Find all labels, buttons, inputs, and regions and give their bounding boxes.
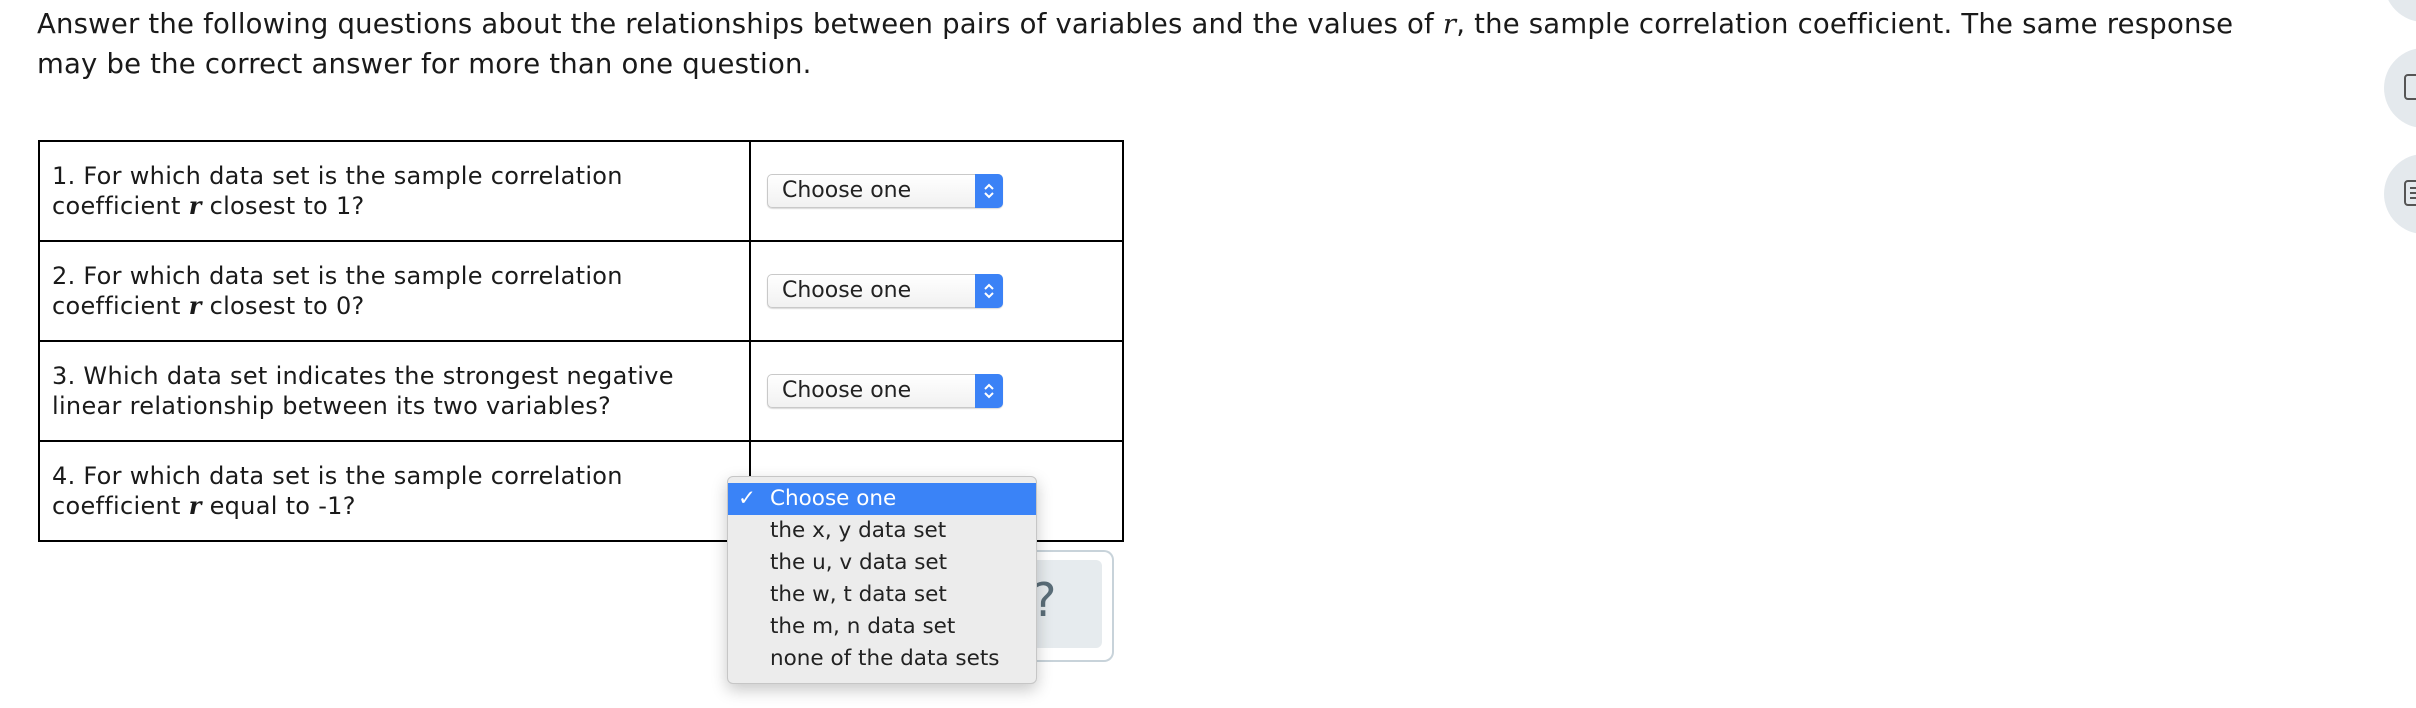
- side-action-button[interactable]: [2384, 154, 2416, 234]
- question-1-text: 1. For which data set is the sample corr…: [38, 140, 751, 242]
- question-2-text: 2. For which data set is the sample corr…: [38, 240, 751, 342]
- dropdown-option-xy[interactable]: the x, y data set: [728, 515, 1036, 547]
- dropdown-option-uv[interactable]: the u, v data set: [728, 547, 1036, 579]
- side-action-button[interactable]: [2384, 0, 2416, 22]
- table-row: 1. For which data set is the sample corr…: [38, 140, 1124, 242]
- up-down-arrows-icon: [975, 374, 1003, 408]
- up-down-arrows-icon: [975, 274, 1003, 308]
- question-2-select[interactable]: Choose one: [767, 274, 1003, 308]
- table-row: 3. Which data set indicates the stronges…: [38, 340, 1124, 442]
- side-action-icon: [2404, 180, 2416, 206]
- r-variable: r: [1442, 8, 1457, 40]
- up-down-arrows-icon: [975, 174, 1003, 208]
- dropdown-option-wt[interactable]: the w, t data set: [728, 579, 1036, 611]
- side-action-icon: [2404, 74, 2416, 100]
- question-3-text: 3. Which data set indicates the stronges…: [38, 340, 751, 442]
- checkmark-icon: ✓: [738, 486, 757, 511]
- dropdown-option-choose-one[interactable]: ✓ Choose one: [728, 483, 1036, 515]
- question-3-select[interactable]: Choose one: [767, 374, 1003, 408]
- instructions-text: Answer the following questions about the…: [37, 8, 2234, 80]
- question-1-select[interactable]: Choose one: [767, 174, 1003, 208]
- side-action-button[interactable]: [2384, 48, 2416, 128]
- dropdown-option-mn[interactable]: the m, n data set: [728, 611, 1036, 643]
- question-4-text: 4. For which data set is the sample corr…: [38, 440, 751, 542]
- table-row: 2. For which data set is the sample corr…: [38, 240, 1124, 342]
- dropdown-option-none[interactable]: none of the data sets: [728, 643, 1036, 675]
- question-4-dropdown-menu: ✓ Choose one the x, y data set the u, v d…: [727, 476, 1037, 684]
